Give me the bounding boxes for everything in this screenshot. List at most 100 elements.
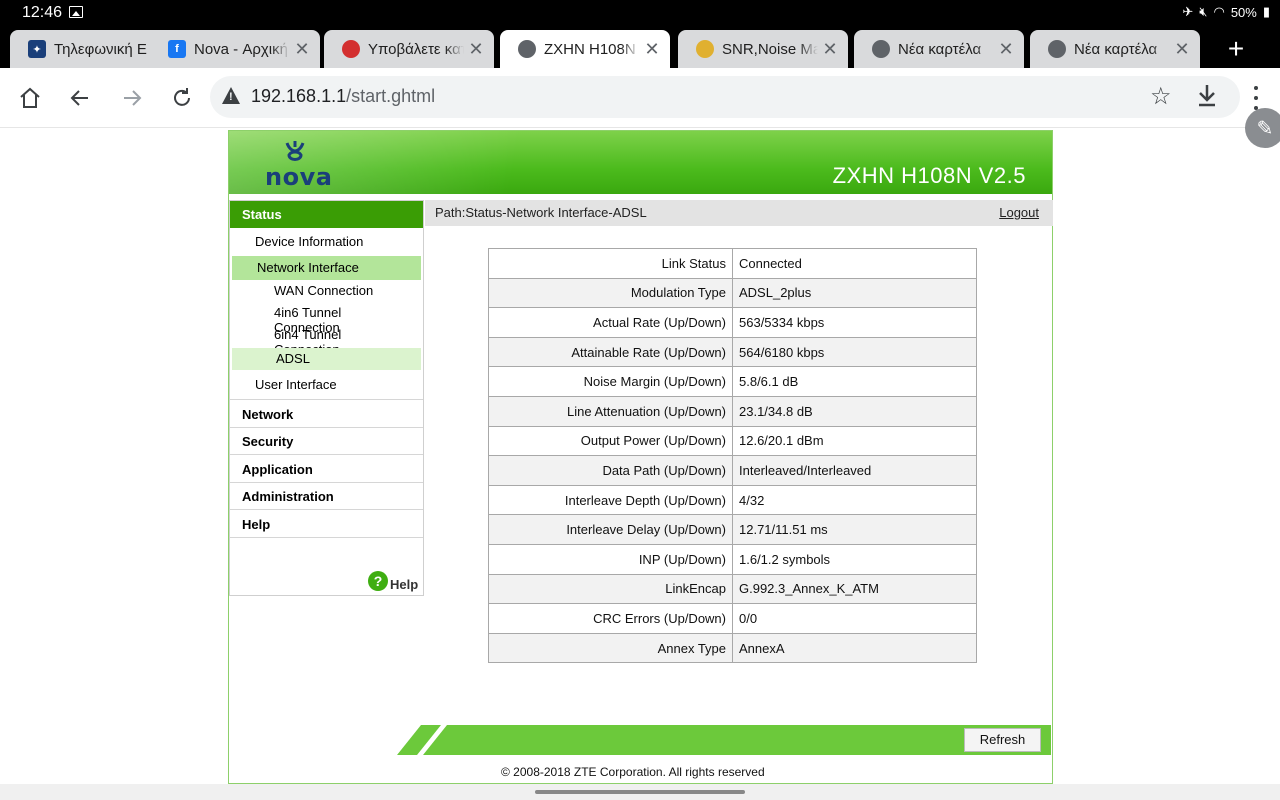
- nav-network[interactable]: Network: [230, 401, 423, 428]
- clock: 12:46: [22, 4, 63, 21]
- table-row: Noise Margin (Up/Down) 5.8/6.1 dB: [488, 366, 977, 397]
- row-label: Data Path (Up/Down): [488, 455, 733, 486]
- table-row: Output Power (Up/Down) 12.6/20.1 dBm: [488, 425, 977, 457]
- table-row: LinkEncap G.992.3_Annex_K_ATM: [488, 573, 977, 605]
- nav-application[interactable]: Application: [230, 456, 423, 483]
- nav-wan-connection[interactable]: WAN Connection: [230, 280, 423, 302]
- tab-2[interactable]: f Nova - Αρχική σε ✕: [150, 30, 320, 68]
- row-label: LinkEncap: [488, 573, 733, 605]
- address-bar[interactable]: 192.168.1.1/start.ghtml ☆: [210, 76, 1240, 118]
- forward-icon[interactable]: [116, 82, 148, 114]
- row-label: Link Status: [488, 248, 733, 279]
- close-icon[interactable]: ✕: [294, 39, 310, 60]
- home-icon[interactable]: [14, 82, 46, 114]
- chrome-icon: [1048, 40, 1066, 58]
- close-icon[interactable]: ✕: [998, 39, 1014, 60]
- row-label: Output Power (Up/Down): [488, 425, 733, 457]
- red-circle-icon: [342, 40, 360, 58]
- table-row: Line Attenuation (Up/Down) 23.1/34.8 dB: [488, 395, 977, 427]
- not-secure-warning-icon[interactable]: [222, 87, 240, 104]
- tab-3[interactable]: Υποβάλετε κατα ✕: [324, 30, 494, 68]
- refresh-button[interactable]: Refresh: [964, 728, 1041, 752]
- close-icon[interactable]: ✕: [822, 39, 838, 60]
- system-status-bar: 12:46 ✈︎ 🔇︎ ◠ 50% ▮: [0, 0, 1280, 26]
- url-text[interactable]: 192.168.1.1/start.ghtml: [251, 86, 435, 107]
- tab-strip: ✦ Τηλεφωνική Ε f Nova - Αρχική σε ✕ Υποβ…: [0, 26, 1280, 68]
- smiley-icon: [696, 40, 714, 58]
- browser-toolbar: 192.168.1.1/start.ghtml ☆: [0, 68, 1280, 128]
- row-value: Interleaved/Interleaved: [732, 455, 977, 486]
- nav-status[interactable]: Status: [230, 201, 423, 228]
- tab-title: Νέα καρτέλα: [1074, 40, 1158, 58]
- chrome-icon: [872, 40, 890, 58]
- table-row: CRC Errors (Up/Down) 0/0: [488, 603, 977, 634]
- nova-icon: ✦: [28, 40, 46, 58]
- tab-6[interactable]: Νέα καρτέλα ✕: [854, 30, 1024, 68]
- router-banner: nova ZXHN H108N V2.5: [229, 131, 1052, 194]
- row-value: 23.1/34.8 dB: [732, 395, 977, 427]
- row-value: 12.71/11.51 ms: [732, 514, 977, 545]
- close-icon[interactable]: ✕: [1174, 39, 1190, 60]
- nav-adsl[interactable]: ADSL: [232, 348, 421, 370]
- pencil-edit-icon[interactable]: ✎: [1245, 108, 1280, 148]
- router-page: nova ZXHN H108N V2.5 Status Device Infor…: [228, 130, 1053, 784]
- nav-security[interactable]: Security: [230, 428, 423, 455]
- table-row: Actual Rate (Up/Down) 563/5334 kbps: [488, 307, 977, 338]
- bookmark-star-icon[interactable]: ☆: [1150, 82, 1172, 111]
- signal-icon: ✈︎: [1182, 4, 1194, 19]
- copyright-text: © 2008-2018 ZTE Corporation. All rights …: [501, 765, 765, 779]
- row-label: Actual Rate (Up/Down): [488, 307, 733, 338]
- help-link[interactable]: ? Help: [368, 569, 418, 592]
- row-label: CRC Errors (Up/Down): [488, 603, 733, 634]
- row-label: Noise Margin (Up/Down): [488, 366, 733, 397]
- nav-6in4-tunnel[interactable]: 6in4 Tunnel Connection: [230, 324, 423, 357]
- row-value: 5.8/6.1 dB: [732, 366, 977, 397]
- tab-title: Υποβάλετε κατα: [368, 40, 464, 58]
- row-value: G.992.3_Annex_K_ATM: [732, 573, 977, 605]
- help-label[interactable]: Help: [390, 577, 418, 592]
- logout-link[interactable]: Logout: [999, 205, 1039, 220]
- row-label: Attainable Rate (Up/Down): [488, 336, 733, 368]
- gesture-handle[interactable]: [535, 790, 745, 794]
- tab-title: ZXHN H108N V2: [544, 40, 640, 58]
- mute-icon: 🔇︎: [1199, 4, 1208, 19]
- wifi-icon: ◠: [1213, 4, 1225, 19]
- nav-help[interactable]: Help: [230, 511, 423, 538]
- row-label: Interleave Delay (Up/Down): [488, 514, 733, 545]
- table-row: INP (Up/Down) 1.6/1.2 symbols: [488, 543, 977, 575]
- help-icon[interactable]: ?: [368, 570, 388, 591]
- row-value: ADSL_2plus: [732, 277, 977, 309]
- battery-icon: ▮: [1262, 4, 1270, 19]
- close-icon[interactable]: ✕: [644, 39, 660, 60]
- table-row: Interleave Depth (Up/Down) 4/32: [488, 484, 977, 516]
- footer-green-band: [397, 725, 1051, 755]
- nav-4in6-tunnel[interactable]: 4in6 Tunnel Connection: [230, 302, 423, 335]
- facebook-icon: f: [168, 40, 186, 58]
- download-icon[interactable]: [1196, 83, 1218, 109]
- tab-4-active[interactable]: ZXHN H108N V2 ✕: [500, 30, 670, 68]
- row-label: INP (Up/Down): [488, 543, 733, 575]
- battery-percentage: 50%: [1230, 4, 1257, 20]
- new-tab-button[interactable]: +: [1222, 35, 1250, 64]
- table-row: Annex Type AnnexA: [488, 632, 977, 664]
- nav-administration[interactable]: Administration: [230, 483, 423, 510]
- back-icon[interactable]: [64, 82, 96, 114]
- row-label: Annex Type: [488, 632, 733, 664]
- row-value: Connected: [732, 248, 977, 279]
- tab-title: Νέα καρτέλα: [898, 40, 982, 58]
- nav-device-information[interactable]: Device Information: [230, 230, 423, 254]
- breadcrumb-path: Path:Status-Network Interface-ADSL: [435, 205, 647, 220]
- nav-network-interface[interactable]: Network Interface: [232, 256, 421, 280]
- table-row: Attainable Rate (Up/Down) 564/6180 kbps: [488, 336, 977, 368]
- adsl-status-table: Link Status Connected Modulation Type ADSL…: [488, 248, 977, 664]
- row-label: Line Attenuation (Up/Down): [488, 395, 733, 427]
- row-value: AnnexA: [732, 632, 977, 664]
- close-icon[interactable]: ✕: [468, 39, 484, 60]
- tab-title: SNR,Noise Marg: [722, 40, 818, 58]
- nav-user-interface[interactable]: User Interface: [230, 373, 423, 400]
- reload-icon[interactable]: [166, 82, 198, 114]
- tab-7[interactable]: Νέα καρτέλα ✕: [1030, 30, 1200, 68]
- gesture-bar: [0, 784, 1280, 800]
- tab-5[interactable]: SNR,Noise Marg ✕: [678, 30, 848, 68]
- row-value: 1.6/1.2 symbols: [732, 543, 977, 575]
